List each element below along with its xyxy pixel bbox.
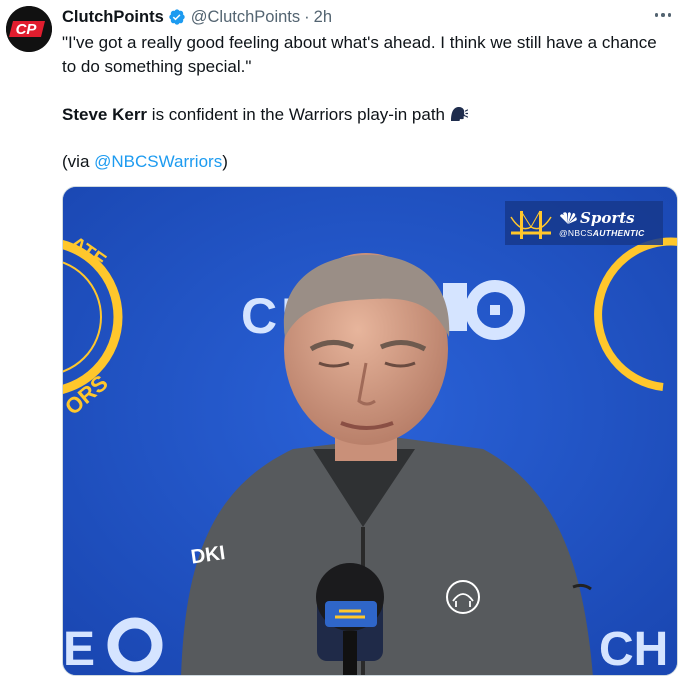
via-suffix: ) <box>222 152 228 171</box>
backdrop-text-bottom-left: E <box>63 623 95 676</box>
mention-name: Steve Kerr <box>62 105 148 124</box>
tweet-media-video[interactable]: ATE ORS CH E CH DKI Sports @NBCSAUTHENTI… <box>62 186 678 676</box>
broadcaster-badge: Sports @NBCSAUTHENTIC <box>505 201 663 245</box>
tweet-line2-text: is confident in the Warriors play-in pat… <box>147 105 446 124</box>
more-options-icon[interactable] <box>652 6 674 24</box>
broadcaster-sub: @NBCSAUTHENTIC <box>559 228 645 238</box>
nbc-peacock-icon <box>559 211 577 224</box>
avatar-text: CP <box>16 21 38 38</box>
author-handle[interactable]: @ClutchPoints <box>191 8 300 27</box>
broadcaster-sub-prefix: @NBCS <box>559 227 593 238</box>
verified-badge-icon[interactable] <box>168 8 186 26</box>
clutchpoints-logo-icon: CP <box>6 6 52 52</box>
tweet-line2: Steve Kerr is confident in the Warriors … <box>62 103 672 127</box>
tweet-via: (via @NBCSWarriors) <box>62 150 672 174</box>
golden-gate-bridge-icon <box>509 203 553 243</box>
avatar[interactable]: CP <box>6 6 52 52</box>
tweet-quote: "I've got a really good feeling about wh… <box>62 33 657 76</box>
tweet-text: "I've got a really good feeling about wh… <box>62 31 672 174</box>
separator-dot: · <box>304 7 310 26</box>
speaking-head-emoji <box>448 104 469 124</box>
backdrop-text-bottom-right: CH <box>599 623 668 676</box>
broadcaster-brand: Sports <box>580 208 635 227</box>
via-prefix: (via <box>62 152 95 171</box>
author-name[interactable]: ClutchPoints <box>62 8 164 27</box>
broadcaster-sub-bold: AUTHENTIC <box>592 227 645 238</box>
press-conference-image: ATE ORS CH E CH DKI <box>63 187 677 676</box>
tweet[interactable]: CP ClutchPoints @ClutchPoints · 2h "I've… <box>0 0 690 676</box>
tweet-header: ClutchPoints @ClutchPoints · 2h <box>62 6 332 28</box>
timestamp[interactable]: 2h <box>314 8 332 27</box>
via-handle-link[interactable]: @NBCSWarriors <box>94 152 222 171</box>
